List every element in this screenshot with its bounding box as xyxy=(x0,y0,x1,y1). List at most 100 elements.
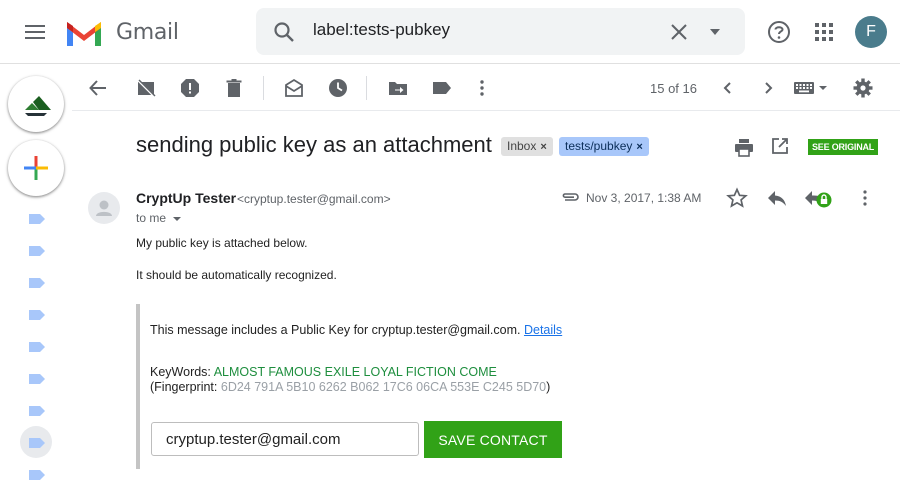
pagination-count: 15 of 16 xyxy=(650,81,697,96)
mark-unread-icon xyxy=(285,78,303,97)
back-button[interactable] xyxy=(87,77,109,99)
app-name: Gmail xyxy=(116,20,179,45)
contact-email-input[interactable] xyxy=(151,422,419,456)
email-subject: sending public key as an attachment xyxy=(136,132,492,157)
toolbar-divider xyxy=(263,76,264,100)
search-icon[interactable] xyxy=(273,21,295,43)
search-input[interactable]: label:tests-pubkey xyxy=(313,20,450,40)
older-button[interactable] xyxy=(757,77,779,99)
more-actions-button[interactable] xyxy=(471,77,493,99)
label-icon xyxy=(29,374,45,384)
keyboard-icon xyxy=(794,82,827,94)
reply-button[interactable] xyxy=(766,188,788,208)
settings-button[interactable] xyxy=(852,77,874,99)
star-button[interactable] xyxy=(726,187,748,209)
compose-button[interactable] xyxy=(8,140,64,196)
label-icon xyxy=(29,438,45,448)
account-avatar[interactable]: F xyxy=(855,16,887,48)
rail-label-item[interactable] xyxy=(28,245,46,257)
clock-icon xyxy=(329,79,347,97)
report-spam-button[interactable] xyxy=(179,77,201,99)
label-icon xyxy=(29,310,45,320)
sender-email: <cryptup.tester@gmail.com> xyxy=(237,192,391,206)
move-to-button[interactable] xyxy=(387,77,409,99)
keywords-value: ALMOST FAMOUS EXILE LOYAL FICTION COME xyxy=(213,365,497,379)
rail-label-item-active[interactable] xyxy=(28,437,46,449)
fingerprint-close: ) xyxy=(546,380,551,394)
toolbar-bottom-border xyxy=(72,110,900,111)
rail-label-item[interactable] xyxy=(28,373,46,385)
gear-icon xyxy=(853,78,873,98)
secure-reply-icon xyxy=(805,191,832,208)
star-icon xyxy=(726,187,748,208)
open-new-window-button[interactable] xyxy=(770,136,790,156)
close-icon xyxy=(671,24,687,40)
fingerprint-value: 6D24 791A 5B10 6262 B062 17C6 06CA 553E … xyxy=(220,380,547,394)
see-original-button[interactable]: SEE ORIGINAL xyxy=(808,139,879,155)
label-chip-tests-pubkey[interactable]: tests/pubkey × xyxy=(559,137,649,156)
chevron-right-icon xyxy=(765,82,773,94)
chevron-left-icon xyxy=(723,82,731,94)
dropdown-icon xyxy=(710,29,720,35)
main-menu-button[interactable] xyxy=(20,20,50,44)
back-arrow-icon xyxy=(89,80,106,96)
delete-button[interactable] xyxy=(223,77,245,99)
recipient-text: to me xyxy=(136,211,167,225)
label-chip-text: Inbox xyxy=(507,139,537,153)
archive-button[interactable] xyxy=(135,77,157,99)
remove-label-button[interactable]: × xyxy=(540,141,546,153)
search-options-button[interactable] xyxy=(707,26,723,38)
cryptup-logo-icon xyxy=(25,96,51,116)
public-key-intro: This message includes a Public Key for c… xyxy=(150,323,562,337)
newer-button[interactable] xyxy=(717,77,739,99)
keywords-label: KeyWords: xyxy=(150,365,211,379)
details-link[interactable]: Details xyxy=(524,323,562,337)
public-key-intro-text: This message includes a Public Key for c… xyxy=(150,323,521,337)
label-icon xyxy=(29,342,45,352)
gmail-envelope-icon xyxy=(67,22,101,46)
rail-label-item[interactable] xyxy=(28,213,46,225)
labels-button[interactable] xyxy=(431,77,453,99)
label-icon xyxy=(29,214,45,224)
archive-icon xyxy=(137,79,156,97)
rail-label-item[interactable] xyxy=(28,341,46,353)
rail-label-item[interactable] xyxy=(28,405,46,417)
print-all-button[interactable] xyxy=(733,136,755,158)
label-chip-inbox[interactable]: Inbox × xyxy=(501,137,553,156)
message-body-line: It should be automatically recognized. xyxy=(136,268,337,282)
compose-plus-icon xyxy=(24,156,48,180)
fingerprint-line: (Fingerprint: 6D24 791A 5B10 6262 B062 1… xyxy=(150,380,550,394)
print-icon xyxy=(735,139,753,157)
label-tag-icon xyxy=(433,82,451,94)
secure-reply-button[interactable] xyxy=(803,188,833,210)
rail-label-item[interactable] xyxy=(28,309,46,321)
spam-icon xyxy=(181,79,199,97)
mark-unread-button[interactable] xyxy=(283,77,305,99)
help-icon xyxy=(768,21,790,43)
cryptup-extension-button[interactable] xyxy=(8,76,64,132)
label-chip-text: tests/pubkey xyxy=(565,139,633,153)
reply-icon xyxy=(768,191,786,206)
rail-label-item[interactable] xyxy=(28,277,46,289)
input-tools-button[interactable] xyxy=(793,80,829,96)
gmail-logo[interactable] xyxy=(64,18,104,48)
snooze-button[interactable] xyxy=(327,77,349,99)
keywords-line: KeyWords: ALMOST FAMOUS EXILE LOYAL FICT… xyxy=(150,365,497,379)
recipient-details-toggle[interactable]: to me xyxy=(136,211,183,225)
rail-label-item[interactable] xyxy=(28,469,46,481)
save-contact-button[interactable]: SAVE CONTACT xyxy=(424,421,562,458)
sender-name: CryptUp Tester xyxy=(136,190,237,206)
remove-label-button[interactable]: × xyxy=(636,141,642,153)
apps-grid-icon xyxy=(815,23,833,41)
message-more-button[interactable] xyxy=(855,187,875,209)
label-icon xyxy=(29,246,45,256)
apps-button[interactable] xyxy=(812,20,836,44)
help-button[interactable] xyxy=(766,19,792,45)
open-in-new-icon xyxy=(772,138,788,154)
more-vert-icon xyxy=(863,190,867,206)
message-date: Nov 3, 2017, 1:38 AM xyxy=(586,191,702,205)
clear-search-button[interactable] xyxy=(668,21,690,43)
label-icon xyxy=(29,470,45,480)
more-vert-icon xyxy=(480,80,484,96)
attachment-icon xyxy=(560,190,580,204)
